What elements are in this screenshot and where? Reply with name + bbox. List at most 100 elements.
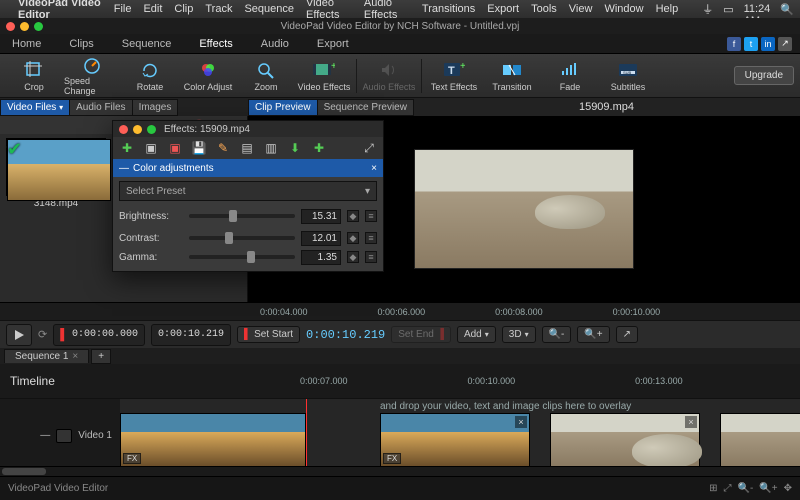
menu-window[interactable]: Window bbox=[604, 3, 643, 15]
playhead[interactable] bbox=[306, 399, 307, 472]
bin-tab-video[interactable]: Video Files ▾ bbox=[0, 99, 70, 116]
zoom-out-footer-icon[interactable]: 🔍- bbox=[738, 483, 754, 494]
spotlight-icon[interactable]: 🔍 bbox=[780, 3, 794, 16]
tab-home[interactable]: Home bbox=[8, 35, 45, 53]
menu-clip[interactable]: Clip bbox=[174, 3, 193, 15]
fx-section-close-icon[interactable]: × bbox=[371, 163, 377, 174]
menu-file[interactable]: File bbox=[114, 3, 132, 15]
timeline-clip-4[interactable]: × bbox=[720, 413, 800, 467]
transition-button[interactable]: Transition bbox=[484, 56, 540, 96]
fx-copy-icon[interactable]: ▤ bbox=[239, 140, 255, 156]
tab-audio[interactable]: Audio bbox=[257, 35, 293, 53]
menu-tools[interactable]: Tools bbox=[531, 3, 557, 15]
track-collapse-icon[interactable]: — bbox=[40, 430, 50, 441]
contrast-slider[interactable] bbox=[189, 236, 295, 240]
fx-expand-icon[interactable]: ⤢ bbox=[361, 140, 377, 156]
menu-icon[interactable]: ≡ bbox=[365, 251, 377, 263]
fx-save-icon[interactable]: 💾 bbox=[191, 140, 207, 156]
set-start-button[interactable]: ▌Set Start bbox=[237, 326, 300, 343]
menu-track[interactable]: Track bbox=[205, 3, 232, 15]
bin-tab-images[interactable]: Images bbox=[132, 99, 179, 116]
tab-effects[interactable]: Effects bbox=[195, 35, 236, 53]
linkedin-icon[interactable]: in bbox=[761, 37, 775, 51]
bin-tab-audio[interactable]: Audio Files bbox=[69, 99, 132, 116]
loop-icon[interactable]: ⟳ bbox=[38, 328, 47, 341]
fx-up-icon[interactable]: ✚ bbox=[311, 140, 327, 156]
preview-tab-clip[interactable]: Clip Preview bbox=[248, 99, 318, 116]
fx-section-header[interactable]: —Color adjustments × bbox=[113, 159, 383, 177]
gamma-slider[interactable] bbox=[189, 255, 295, 259]
speed-change-button[interactable]: Speed Change bbox=[64, 56, 120, 96]
fx-zoom-icon[interactable] bbox=[147, 125, 156, 134]
zoom-fit-icon[interactable]: ⤢ bbox=[724, 483, 732, 494]
fx-preset-select[interactable]: Select Preset▾ bbox=[119, 181, 377, 201]
brightness-slider[interactable] bbox=[189, 214, 295, 218]
set-end-button[interactable]: Set End▐ bbox=[391, 326, 451, 343]
rotate-button[interactable]: Rotate bbox=[122, 56, 178, 96]
keyframe-icon[interactable]: ◆ bbox=[347, 251, 359, 263]
menu-view[interactable]: View bbox=[569, 3, 593, 15]
fx-mask-icon[interactable]: ▣ bbox=[143, 140, 159, 156]
timeline-clip-2[interactable]: FX× bbox=[380, 413, 530, 467]
keyframe-icon[interactable]: ◆ bbox=[347, 210, 359, 222]
twitter-icon[interactable]: t bbox=[744, 37, 758, 51]
fx-paste-icon[interactable]: ▥ bbox=[263, 140, 279, 156]
gamma-value[interactable]: 1.35 bbox=[301, 250, 341, 265]
tab-clips[interactable]: Clips bbox=[65, 35, 97, 53]
fx-add-icon[interactable]: ✚ bbox=[119, 140, 135, 156]
zoom-window-icon[interactable] bbox=[34, 22, 43, 31]
menu-icon[interactable]: ≡ bbox=[365, 232, 377, 244]
wifi-icon[interactable]: ⏚ bbox=[702, 1, 713, 17]
close-icon[interactable]: × bbox=[72, 351, 78, 362]
fade-button[interactable]: Fade bbox=[542, 56, 598, 96]
zoom-out-icon[interactable]: 🔍- bbox=[542, 326, 572, 343]
menu-edit[interactable]: Edit bbox=[143, 3, 162, 15]
fx-minimize-icon[interactable] bbox=[133, 125, 142, 134]
detach-icon[interactable]: ↗ bbox=[616, 326, 638, 343]
close-window-icon[interactable] bbox=[6, 22, 15, 31]
effects-window[interactable]: ✔ Effects: 15909.mp4 ✚ ▣ ▣ 💾 ✎ ▤ ▥ ⬇ ✚ ⤢… bbox=[112, 120, 384, 272]
menu-sequence[interactable]: Sequence bbox=[244, 3, 294, 15]
play-button[interactable] bbox=[6, 324, 32, 346]
share-icon[interactable]: ↗ bbox=[778, 37, 792, 51]
video-effects-button[interactable]: +Video Effects bbox=[296, 56, 352, 96]
fx-record-icon[interactable]: ▣ bbox=[167, 140, 183, 156]
zoom-button[interactable]: Zoom bbox=[238, 56, 294, 96]
add-clip-button[interactable]: Add ▾ bbox=[457, 326, 496, 343]
preview-tab-sequence[interactable]: Sequence Preview bbox=[317, 99, 414, 116]
fx-edit-icon[interactable]: ✎ bbox=[215, 140, 231, 156]
color-adjust-button[interactable]: Color Adjust bbox=[180, 56, 236, 96]
clip-close-icon[interactable]: × bbox=[515, 416, 527, 428]
timeline-clip-3[interactable]: × bbox=[550, 413, 700, 467]
brightness-value[interactable]: 15.31 bbox=[301, 209, 341, 224]
contrast-value[interactable]: 12.01 bbox=[301, 231, 341, 246]
fx-close-icon[interactable] bbox=[119, 125, 128, 134]
3d-button[interactable]: 3D ▾ bbox=[502, 326, 536, 343]
add-sequence-button[interactable]: + bbox=[91, 349, 111, 364]
menu-export[interactable]: Export bbox=[487, 3, 519, 15]
zoom-in-footer-icon[interactable]: 🔍+ bbox=[759, 483, 777, 494]
subtitles-button[interactable]: SUBSubtitles bbox=[600, 56, 656, 96]
preview-ruler[interactable]: 0:00:04.000 0:00:06.000 0:00:08.000 0:00… bbox=[0, 302, 800, 320]
fx-down-icon[interactable]: ⬇ bbox=[287, 140, 303, 156]
track-visibility-icon[interactable] bbox=[56, 429, 72, 443]
video-track-lane[interactable]: and drop your video, text and image clip… bbox=[120, 399, 800, 472]
snap-icon[interactable]: ⊞ bbox=[709, 483, 717, 494]
battery-icon[interactable]: ▭ bbox=[723, 3, 733, 16]
clip-close-icon[interactable]: × bbox=[685, 416, 697, 428]
timeline-ruler[interactable]: 0:00:07.000 0:00:10.000 0:00:13.000 0:00… bbox=[120, 364, 800, 398]
menu-transitions[interactable]: Transitions bbox=[422, 3, 475, 15]
facebook-icon[interactable]: f bbox=[727, 37, 741, 51]
upgrade-button[interactable]: Upgrade bbox=[734, 66, 794, 85]
timeline-zoom-scrollbar[interactable] bbox=[0, 466, 800, 476]
sequence-tab-1[interactable]: Sequence 1× bbox=[4, 349, 89, 363]
settings-icon[interactable]: ✥ bbox=[784, 483, 792, 494]
timeline-clip-1[interactable]: FX bbox=[120, 413, 306, 467]
tab-sequence[interactable]: Sequence bbox=[118, 35, 176, 53]
menu-help[interactable]: Help bbox=[656, 3, 679, 15]
tab-export[interactable]: Export bbox=[313, 35, 353, 53]
zoom-in-icon[interactable]: 🔍+ bbox=[577, 326, 609, 343]
crop-button[interactable]: Crop bbox=[6, 56, 62, 96]
menu-icon[interactable]: ≡ bbox=[365, 210, 377, 222]
minimize-window-icon[interactable] bbox=[20, 22, 29, 31]
